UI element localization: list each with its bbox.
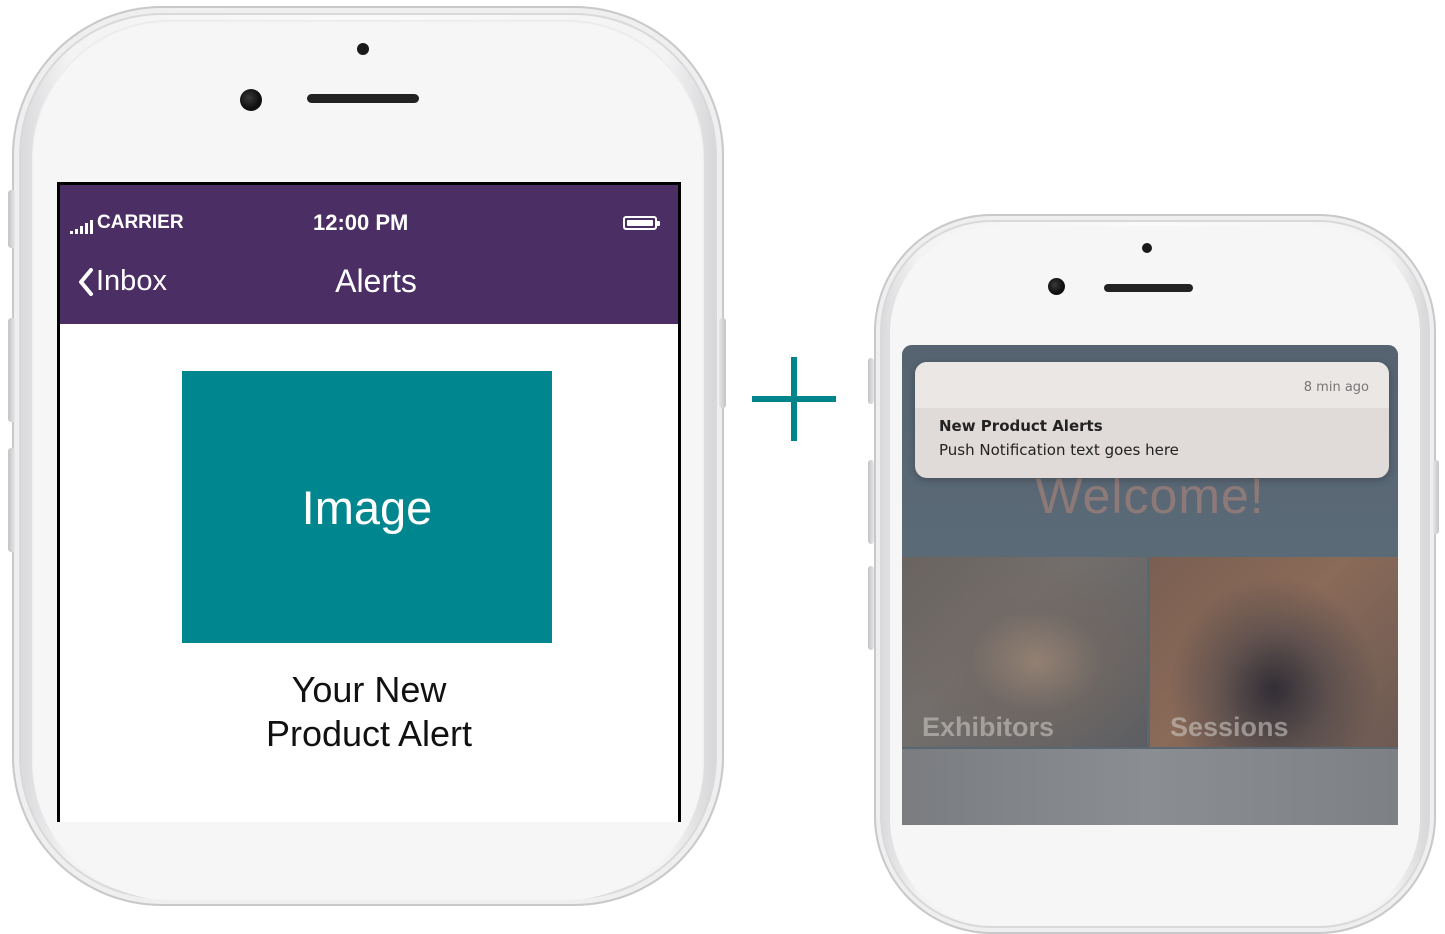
bottom-tile[interactable] xyxy=(902,749,1398,825)
left-phone-volume-down-button xyxy=(8,448,15,552)
notification-header: 8 min ago xyxy=(915,362,1389,408)
alert-title-line-2: Product Alert xyxy=(265,713,473,754)
right-phone-speaker xyxy=(1104,284,1193,292)
alert-title: Your New Product Alert xyxy=(60,668,678,756)
right-phone-volume-up-button xyxy=(868,460,874,544)
alert-title-line-1: Your New xyxy=(291,669,447,710)
left-phone-proximity-sensor xyxy=(357,43,369,55)
page-title-text: Alerts xyxy=(335,263,417,299)
left-phone-power-button xyxy=(719,318,726,408)
battery-icon xyxy=(623,216,660,230)
status-time: 12:00 PM xyxy=(313,210,409,235)
exhibitors-tile-label: Exhibitors xyxy=(922,712,1055,742)
image-placeholder-label: Image xyxy=(301,480,433,534)
signal-strength-icon xyxy=(70,220,93,234)
alert-detail-screen: CARRIER 12:00 PM Inbox Alerts Image Your… xyxy=(60,185,678,822)
notification-body: Push Notification text goes here xyxy=(939,441,1179,459)
right-phone-camera-icon xyxy=(1048,278,1065,295)
left-phone-camera-icon xyxy=(240,89,262,111)
carrier-label: CARRIER xyxy=(97,212,184,233)
exhibitors-tile[interactable]: Exhibitors xyxy=(902,557,1147,747)
status-carrier: CARRIER xyxy=(70,212,184,234)
notification-time: 8 min ago xyxy=(1303,380,1369,395)
sessions-tile[interactable]: Sessions xyxy=(1150,557,1398,747)
sessions-tile-label: Sessions xyxy=(1170,712,1289,742)
right-phone-mute-switch xyxy=(868,358,874,404)
page-title: Alerts xyxy=(60,263,678,300)
left-phone-screen: CARRIER 12:00 PM Inbox Alerts Image Your… xyxy=(57,182,681,822)
left-phone-speaker xyxy=(307,94,419,103)
plus-icon xyxy=(752,357,836,441)
navigation-bar: CARRIER 12:00 PM Inbox Alerts xyxy=(60,185,678,324)
notification-title: New Product Alerts xyxy=(939,417,1103,435)
right-phone-power-button xyxy=(1433,460,1439,534)
alert-image-placeholder: Image xyxy=(182,371,552,643)
left-phone-volume-up-button xyxy=(8,318,15,422)
right-phone-volume-down-button xyxy=(868,566,874,650)
left-phone-mute-switch xyxy=(8,190,15,248)
push-notification[interactable]: 8 min ago New Product Alerts Push Notifi… xyxy=(915,362,1389,478)
right-phone-proximity-sensor xyxy=(1142,243,1152,253)
